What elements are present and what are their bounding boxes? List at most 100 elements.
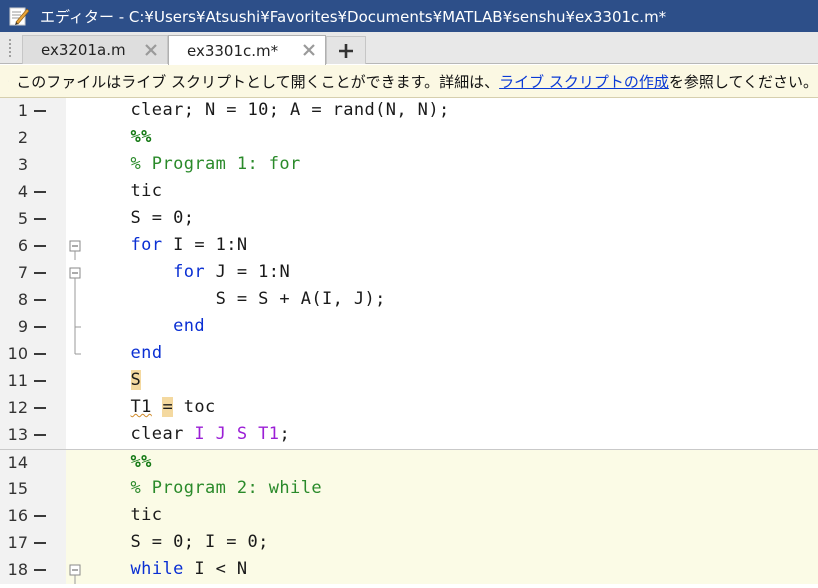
tab-ex3201a[interactable]: ex3201a.m — [22, 35, 168, 64]
tab-bar: ex3201a.m ex3301c.m* — [0, 32, 818, 65]
code-line[interactable]: 6 for I = 1:N — [0, 233, 818, 260]
code-line[interactable]: 15 % Program 2: while — [0, 476, 818, 503]
line-number: 6 — [17, 236, 28, 255]
line-gutter[interactable]: 9 — [0, 314, 66, 341]
line-gutter[interactable]: 2 — [0, 125, 66, 152]
code-text[interactable]: end — [88, 343, 163, 363]
breakpoint-dash[interactable] — [34, 380, 46, 382]
breakpoint-dash[interactable] — [34, 542, 46, 544]
line-gutter[interactable]: 11 — [0, 368, 66, 395]
code-text[interactable]: clear I J S T1; — [88, 424, 290, 444]
breakpoint-dash[interactable] — [34, 407, 46, 409]
window-title: エディター - C:¥Users¥Atsushi¥Favorites¥Docum… — [40, 7, 667, 26]
line-number: 3 — [17, 155, 28, 174]
breakpoint-dash[interactable] — [34, 299, 46, 301]
breakpoint-dash[interactable] — [34, 218, 46, 220]
code-text[interactable]: end — [88, 316, 205, 336]
breakpoint-dash[interactable] — [34, 569, 46, 571]
code-text[interactable]: S = 0; I = 0; — [88, 532, 269, 552]
code-line[interactable]: 5 S = 0; — [0, 206, 818, 233]
tab-label: ex3201a.m — [41, 41, 126, 59]
line-number: 16 — [7, 506, 28, 525]
line-number: 7 — [17, 263, 28, 282]
line-gutter[interactable]: 15 — [0, 476, 66, 503]
code-text[interactable]: %% — [88, 127, 152, 147]
code-line[interactable]: 14 %% — [0, 449, 818, 477]
tab-bar-grip[interactable] — [8, 38, 12, 58]
line-gutter[interactable]: 7 — [0, 260, 66, 287]
code-line[interactable]: 13 clear I J S T1; — [0, 422, 818, 449]
tab-label: ex3301c.m* — [187, 41, 279, 60]
code-line[interactable]: 17 S = 0; I = 0; — [0, 530, 818, 557]
breakpoint-dash[interactable] — [34, 110, 46, 112]
line-gutter[interactable]: 14 — [0, 450, 66, 477]
code-line[interactable]: 10 end — [0, 341, 818, 368]
code-text[interactable]: clear; N = 10; A = rand(N, N); — [88, 100, 450, 120]
fold-toggle-icon[interactable] — [68, 233, 82, 260]
line-gutter[interactable]: 13 — [0, 422, 66, 449]
code-text[interactable]: % Program 2: while — [88, 478, 322, 498]
code-line[interactable]: 3 % Program 1: for — [0, 152, 818, 179]
code-text[interactable]: %% — [88, 452, 152, 472]
code-line[interactable]: 7 for J = 1:N — [0, 260, 818, 287]
code-text[interactable]: % Program 1: for — [88, 154, 301, 174]
breakpoint-dash[interactable] — [34, 515, 46, 517]
line-number: 2 — [17, 128, 28, 147]
code-text[interactable]: for I = 1:N — [88, 235, 248, 255]
breakpoint-dash[interactable] — [34, 326, 46, 328]
code-text[interactable]: tic — [88, 181, 163, 201]
fold-toggle-icon[interactable] — [68, 260, 82, 287]
code-text[interactable]: S = 0; — [88, 208, 194, 228]
code-text[interactable]: T1 = toc — [88, 397, 216, 417]
line-gutter[interactable]: 4 — [0, 179, 66, 206]
live-script-info-bar: このファイルはライブ スクリプトとして開くことができます。詳細は、 ライブ スクリ… — [0, 65, 818, 98]
title-bar: エディター - C:¥Users¥Atsushi¥Favorites¥Docum… — [0, 0, 818, 32]
line-gutter[interactable]: 12 — [0, 395, 66, 422]
fold-end-icon — [74, 341, 81, 355]
code-text[interactable]: S = S + A(I, J); — [88, 289, 386, 309]
breakpoint-dash[interactable] — [34, 245, 46, 247]
code-text[interactable]: while I < N — [88, 559, 248, 579]
line-gutter[interactable]: 6 — [0, 233, 66, 260]
breakpoint-dash[interactable] — [34, 434, 46, 436]
create-live-script-link[interactable]: ライブ スクリプトの作成 — [499, 71, 669, 92]
line-gutter[interactable]: 1 — [0, 98, 66, 125]
line-number: 14 — [7, 453, 28, 472]
line-number: 17 — [7, 533, 28, 552]
plus-icon — [339, 43, 353, 58]
breakpoint-dash[interactable] — [34, 353, 46, 355]
code-line[interactable]: 11 S — [0, 368, 818, 395]
close-tab-icon[interactable] — [143, 42, 159, 58]
tab-ex3301c[interactable]: ex3301c.m* — [168, 35, 326, 65]
new-tab-button[interactable] — [326, 36, 366, 64]
line-gutter[interactable]: 5 — [0, 206, 66, 233]
info-text-suffix: を参照してください。 — [668, 72, 818, 91]
line-number: 8 — [17, 290, 28, 309]
code-text[interactable]: for J = 1:N — [88, 262, 290, 282]
code-line[interactable]: 8 S = S + A(I, J); — [0, 287, 818, 314]
line-gutter[interactable]: 17 — [0, 530, 66, 557]
line-gutter[interactable]: 10 — [0, 341, 66, 368]
line-gutter[interactable]: 8 — [0, 287, 66, 314]
breakpoint-dash[interactable] — [34, 191, 46, 193]
editor-pencil-icon — [6, 3, 32, 29]
code-line[interactable]: 18 while I < N — [0, 557, 818, 584]
line-gutter[interactable]: 16 — [0, 503, 66, 530]
fold-toggle-icon[interactable] — [68, 557, 82, 584]
code-editor[interactable]: 1 clear; N = 10; A = rand(N, N); 2 %% 3 % … — [0, 98, 818, 588]
code-text[interactable]: tic — [88, 505, 163, 525]
code-line[interactable]: 4 tic — [0, 179, 818, 206]
breakpoint-dash[interactable] — [34, 272, 46, 274]
code-text[interactable]: S — [88, 370, 142, 390]
code-line[interactable]: 1 clear; N = 10; A = rand(N, N); — [0, 98, 818, 125]
close-tab-icon[interactable] — [301, 42, 317, 58]
info-text: このファイルはライブ スクリプトとして開くことができます。詳細は、 — [16, 72, 500, 91]
code-line[interactable]: 9 end — [0, 314, 818, 341]
code-line[interactable]: 16 tic — [0, 503, 818, 530]
code-line[interactable]: 12 T1 = toc — [0, 395, 818, 422]
line-gutter[interactable]: 3 — [0, 152, 66, 179]
code-line[interactable]: 2 %% — [0, 125, 818, 152]
line-number: 13 — [7, 425, 28, 444]
line-number: 11 — [7, 371, 28, 390]
line-gutter[interactable]: 18 — [0, 557, 66, 584]
